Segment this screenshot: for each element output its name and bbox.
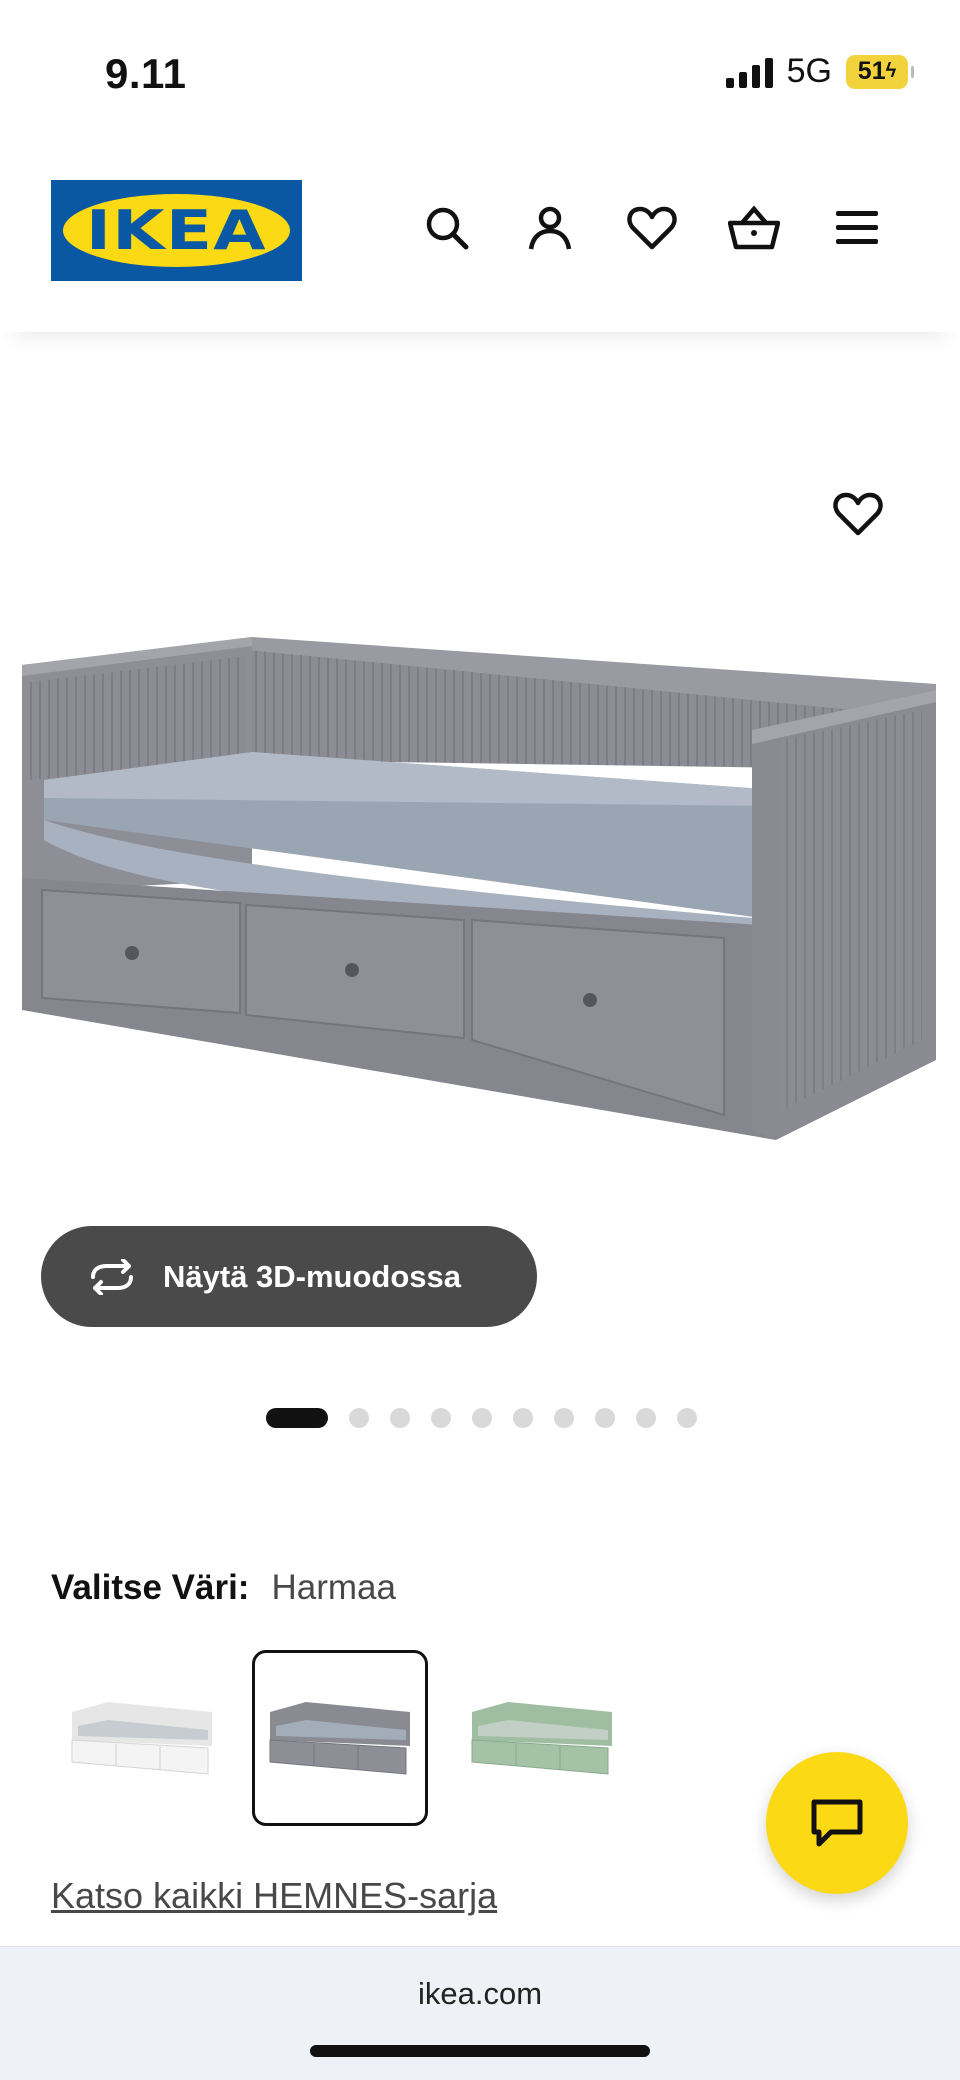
home-indicator[interactable] <box>310 2045 650 2057</box>
gallery-dot[interactable] <box>636 1408 656 1428</box>
battery-icon: 51 ϟ <box>846 54 914 89</box>
color-swatch-green[interactable] <box>454 1650 630 1826</box>
logo-oval: IKEA <box>63 194 290 267</box>
add-to-favourites-button[interactable] <box>822 478 894 550</box>
gallery-pagination[interactable] <box>266 1408 697 1428</box>
gallery-dot[interactable] <box>513 1408 533 1428</box>
rotate-3d-icon <box>85 1257 141 1297</box>
browser-address-bar[interactable] <box>0 1946 960 2080</box>
view-3d-label: Näytä 3D-muodossa <box>163 1258 462 1294</box>
color-swatch-white[interactable] <box>54 1650 230 1826</box>
battery-level: 51 <box>857 57 886 85</box>
basket-icon[interactable] <box>722 196 786 260</box>
url-text[interactable]: ikea.com <box>0 1976 960 2012</box>
gallery-dot[interactable] <box>554 1408 574 1428</box>
view-3d-button[interactable]: Näytä 3D-muodossa <box>41 1226 537 1327</box>
swatch-image <box>269 1702 410 1775</box>
chat-icon <box>811 1799 863 1847</box>
menu-icon[interactable] <box>825 196 889 260</box>
logo-text: IKEA <box>86 199 267 262</box>
swatch-image <box>71 1702 212 1775</box>
signal-icon <box>725 56 773 88</box>
gallery-dot[interactable] <box>349 1408 369 1428</box>
status-indicators: 5G 51 ϟ <box>725 52 914 91</box>
account-icon[interactable] <box>518 196 582 260</box>
gallery-dot[interactable] <box>390 1408 410 1428</box>
heart-icon <box>833 492 883 536</box>
gallery-dot[interactable] <box>472 1408 492 1428</box>
product-image[interactable] <box>12 620 948 1160</box>
view-series-link[interactable]: Katso kaikki HEMNES-sarja <box>51 1875 497 1917</box>
gallery-dot[interactable] <box>595 1408 615 1428</box>
selected-color: Harmaa <box>271 1568 396 1607</box>
gallery-dot[interactable] <box>677 1408 697 1428</box>
network-type: 5G <box>786 52 832 90</box>
chat-button[interactable] <box>766 1752 908 1894</box>
gallery-dot[interactable] <box>431 1408 451 1428</box>
gallery-dot[interactable] <box>266 1408 328 1428</box>
color-selector-heading: Valitse Väri: Harmaa <box>51 1568 396 1608</box>
search-icon[interactable] <box>415 196 479 260</box>
color-label: Valitse Väri: <box>51 1568 250 1607</box>
status-time: 9.11 <box>105 50 187 97</box>
color-swatch-grey[interactable] <box>252 1650 428 1826</box>
ikea-logo[interactable]: IKEA ® <box>51 180 302 281</box>
heart-icon[interactable] <box>620 196 684 260</box>
swatch-image <box>471 1702 612 1775</box>
